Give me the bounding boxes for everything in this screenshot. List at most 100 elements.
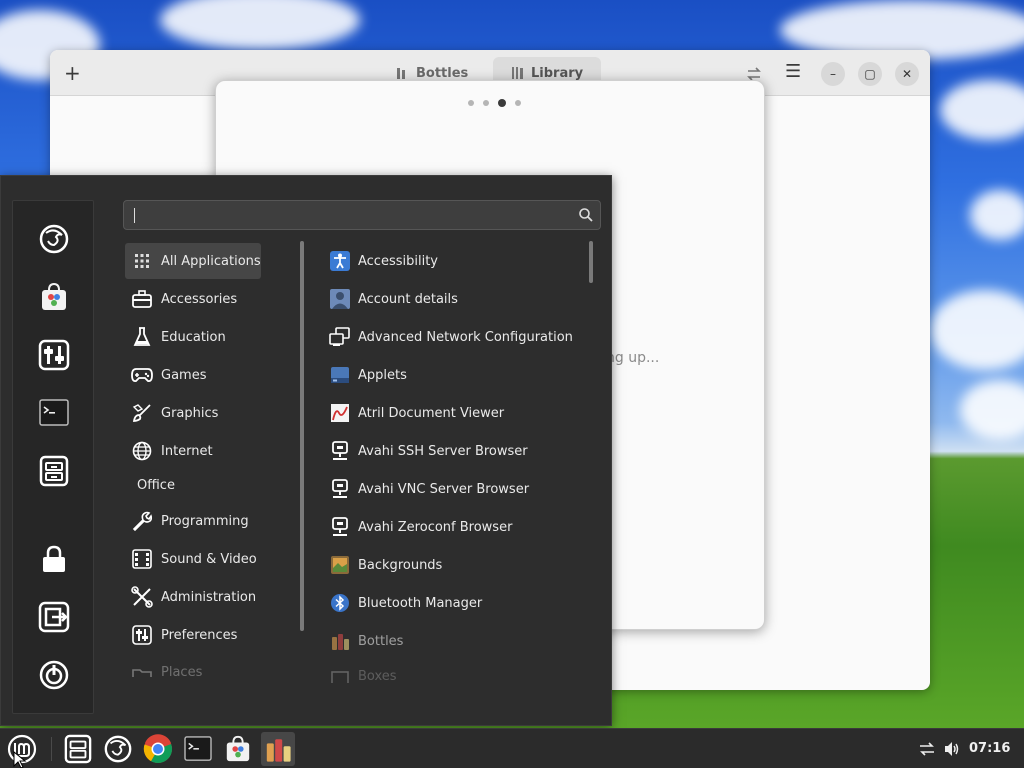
app-accessibility[interactable]: Accessibility (329, 243, 589, 279)
backgrounds-icon (329, 554, 351, 576)
category-administration[interactable]: Administration (125, 579, 261, 615)
clock[interactable]: 07:16 (969, 741, 1010, 756)
files-launcher[interactable] (61, 732, 95, 766)
category-accessories[interactable]: Accessories (125, 281, 261, 317)
firefox-icon (104, 735, 132, 763)
terminal-launcher[interactable] (181, 732, 215, 766)
firefox-icon[interactable] (36, 221, 72, 257)
app-atril-document-viewer[interactable]: Atril Document Viewer (329, 395, 589, 431)
app-label: Advanced Network Configuration (358, 329, 573, 345)
category-label: Office (137, 477, 175, 493)
bluetooth-icon (329, 592, 351, 614)
bottles-icon (266, 739, 291, 762)
avahi-icon (329, 516, 351, 538)
category-office[interactable]: Office (125, 469, 261, 501)
lock-screen-icon[interactable] (36, 541, 72, 577)
app-label: Avahi Zeroconf Browser (358, 519, 513, 535)
folder-icon (131, 665, 153, 677)
category-games[interactable]: Games (125, 357, 261, 393)
category-places[interactable]: Places (125, 655, 261, 677)
settings-icon[interactable] (36, 337, 72, 373)
category-label: All Applications (161, 253, 261, 269)
app-label: Applets (358, 367, 407, 383)
minimize-button[interactable]: – (821, 62, 845, 86)
category-label: Internet (161, 443, 213, 459)
app-avahi-ssh-server-browser[interactable]: Avahi SSH Server Browser (329, 433, 589, 469)
briefcase-icon (131, 288, 153, 310)
software-manager-launcher[interactable] (221, 732, 255, 766)
category-label: Places (161, 665, 203, 677)
category-preferences[interactable]: Preferences (125, 617, 261, 653)
application-menu: All Applications Accessories Education G… (0, 175, 612, 726)
favorites-panel (12, 200, 94, 714)
accessibility-icon (329, 250, 351, 272)
category-label: Administration (161, 589, 257, 605)
sliders-icon (131, 624, 153, 646)
app-label: Atril Document Viewer (358, 405, 505, 421)
gamepad-icon (131, 364, 153, 386)
brush-icon (131, 402, 153, 424)
network-status-icon[interactable] (918, 741, 936, 757)
software-manager-icon (226, 735, 250, 762)
app-label: Bluetooth Manager (358, 595, 483, 611)
firefox-launcher[interactable] (101, 732, 135, 766)
terminal-icon (184, 736, 212, 761)
avahi-icon (329, 478, 351, 500)
page-dot (515, 100, 521, 106)
account-icon (329, 288, 351, 310)
chrome-launcher[interactable] (141, 732, 175, 766)
pane-divider[interactable] (300, 241, 304, 631)
flask-icon (131, 326, 153, 348)
maximize-button[interactable]: ▢ (858, 62, 882, 86)
app-avahi-vnc-server-browser[interactable]: Avahi VNC Server Browser (329, 471, 589, 507)
add-icon[interactable]: + (64, 63, 81, 83)
app-boxes[interactable]: Boxes (329, 661, 589, 683)
app-label: Avahi VNC Server Browser (358, 481, 530, 497)
search-input[interactable] (123, 200, 601, 230)
category-graphics[interactable]: Graphics (125, 395, 261, 431)
applets-icon (329, 364, 351, 386)
category-internet[interactable]: Internet (125, 433, 261, 469)
tab-library-label: Library (531, 65, 584, 81)
chrome-icon (143, 734, 173, 763)
tools-icon (131, 586, 153, 608)
hamburger-menu-icon[interactable]: ☰ (785, 62, 801, 82)
bottles-icon (329, 630, 351, 652)
app-label: Avahi SSH Server Browser (358, 443, 528, 459)
category-programming[interactable]: Programming (125, 503, 261, 539)
network-icon (329, 326, 351, 348)
app-label: Account details (358, 291, 458, 307)
app-bottles[interactable]: Bottles (329, 623, 589, 659)
tab-bottles-label: Bottles (416, 65, 469, 81)
category-all-applications[interactable]: All Applications (125, 243, 261, 279)
app-bluetooth-manager[interactable]: Bluetooth Manager (329, 585, 589, 621)
volume-icon[interactable] (943, 740, 961, 758)
app-account-details[interactable]: Account details (329, 281, 589, 317)
category-label: Games (161, 367, 207, 383)
app-applets[interactable]: Applets (329, 357, 589, 393)
app-avahi-zeroconf-browser[interactable]: Avahi Zeroconf Browser (329, 509, 589, 545)
power-icon[interactable] (36, 657, 72, 693)
app-backgrounds[interactable]: Backgrounds (329, 547, 589, 583)
files-icon[interactable] (36, 453, 72, 489)
page-dot (483, 100, 489, 106)
bottles-window-button[interactable] (261, 732, 295, 766)
category-sound-video[interactable]: Sound & Video (125, 541, 261, 577)
page-dot (468, 100, 474, 106)
category-label: Accessories (161, 291, 238, 307)
software-manager-icon[interactable] (36, 279, 72, 315)
category-label: Education (161, 329, 226, 345)
text-cursor (134, 208, 135, 223)
globe-icon (131, 440, 153, 462)
terminal-icon[interactable] (36, 395, 72, 431)
boxes-icon (329, 669, 351, 683)
category-education[interactable]: Education (125, 319, 261, 355)
page-dot-active (498, 99, 506, 107)
close-button[interactable]: ✕ (895, 62, 919, 86)
logout-icon[interactable] (36, 599, 72, 635)
app-advanced-network-configuration[interactable]: Advanced Network Configuration (329, 319, 589, 355)
app-list-scrollbar[interactable] (589, 241, 593, 283)
mouse-pointer-icon (13, 751, 27, 768)
category-label: Graphics (161, 405, 219, 421)
app-label: Bottles (358, 633, 404, 649)
